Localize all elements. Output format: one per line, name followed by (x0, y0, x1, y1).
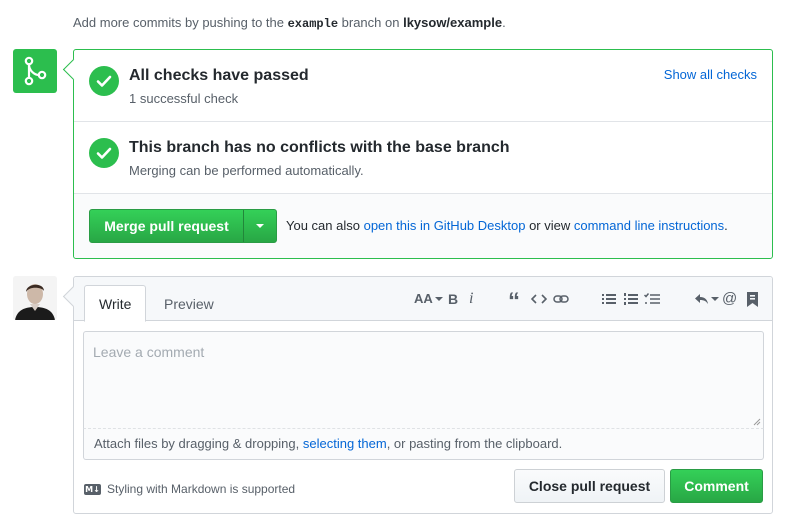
conflicts-section: This branch has no conflicts with the ba… (74, 122, 772, 194)
checks-subtitle: 1 successful check (129, 91, 239, 106)
bold-button[interactable]: B (448, 290, 458, 308)
merge-alternatives: You can also open this in GitHub Desktop… (286, 218, 728, 233)
ordered-list-icon (624, 293, 638, 305)
chevron-down-icon (256, 224, 264, 228)
push-hint: Add more commits by pushing to the examp… (73, 15, 506, 31)
attach-suffix: , or pasting from the clipboard. (386, 436, 563, 451)
code-icon (531, 294, 547, 304)
avatar[interactable] (13, 276, 57, 320)
checks-section: All checks have passed 1 successful chec… (74, 50, 772, 122)
task-list-icon (644, 293, 660, 304)
also-prefix: You can also (286, 218, 364, 233)
attach-files-bar[interactable]: Attach files by dragging & dropping, sel… (83, 429, 764, 460)
mention-button[interactable]: @ (722, 290, 737, 308)
merge-status-box: All checks have passed 1 successful chec… (73, 49, 773, 259)
saved-replies-button[interactable] (694, 290, 719, 308)
editor-tabbar: Write Preview AA B i “ @ (74, 277, 772, 322)
close-pull-request-button[interactable]: Close pull request (514, 469, 665, 503)
merge-pull-request-button[interactable]: Merge pull request (90, 210, 244, 242)
also-suffix: . (724, 218, 728, 233)
reply-icon (695, 294, 708, 304)
github-desktop-link[interactable]: open this in GitHub Desktop (364, 218, 526, 233)
comment-form: Write Preview AA B i “ @ Leave a comment… (73, 276, 773, 514)
reference-button[interactable] (747, 290, 758, 308)
merge-action-section: Merge pull request You can also open thi… (74, 194, 772, 258)
markdown-note: M↓ Styling with Markdown is supported (84, 482, 295, 496)
merge-options-dropdown[interactable] (244, 210, 276, 242)
show-all-checks-link[interactable]: Show all checks (664, 67, 757, 82)
comment-placeholder: Leave a comment (93, 344, 205, 360)
unordered-list-icon (602, 294, 616, 304)
attach-prefix: Attach files by dragging & dropping, (94, 436, 303, 451)
checks-title: All checks have passed (129, 67, 309, 84)
hint-middle: branch on (338, 15, 404, 30)
header-text-button[interactable]: AA (414, 290, 443, 308)
resize-handle-icon[interactable] (753, 418, 761, 426)
hint-suffix: . (502, 15, 506, 30)
tab-write[interactable]: Write (84, 285, 147, 322)
header-text-icon: AA (414, 291, 433, 306)
task-list-button[interactable] (644, 290, 660, 308)
chevron-down-icon (434, 297, 443, 301)
code-button[interactable] (531, 290, 547, 308)
check-icon (89, 66, 119, 96)
italic-button[interactable]: i (469, 290, 473, 308)
comment-textarea[interactable]: Leave a comment (83, 331, 764, 429)
link-button[interactable] (553, 290, 569, 308)
ordered-list-button[interactable] (624, 290, 638, 308)
link-icon (553, 295, 569, 303)
git-merge-icon (13, 49, 57, 93)
tab-preview[interactable]: Preview (150, 285, 228, 322)
bookmark-icon (747, 291, 758, 307)
conflicts-title: This branch has no conflicts with the ba… (129, 139, 510, 156)
hint-prefix: Add more commits by pushing to the (73, 15, 288, 30)
select-files-link[interactable]: selecting them (303, 436, 387, 451)
command-line-link[interactable]: command line instructions (574, 218, 724, 233)
branch-name: example (287, 17, 339, 31)
merge-button-group: Merge pull request (89, 209, 277, 243)
repo-name: lkysow/example (403, 15, 503, 30)
also-middle: or view (525, 218, 574, 233)
chevron-down-icon (711, 297, 719, 301)
markdown-note-text: Styling with Markdown is supported (107, 482, 296, 496)
conflicts-subtitle: Merging can be performed automatically. (129, 163, 364, 178)
markdown-icon: M↓ (84, 483, 101, 495)
unordered-list-button[interactable] (602, 290, 616, 308)
quote-button[interactable]: “ (508, 290, 520, 314)
check-icon (89, 138, 119, 168)
comment-button[interactable]: Comment (670, 469, 763, 503)
